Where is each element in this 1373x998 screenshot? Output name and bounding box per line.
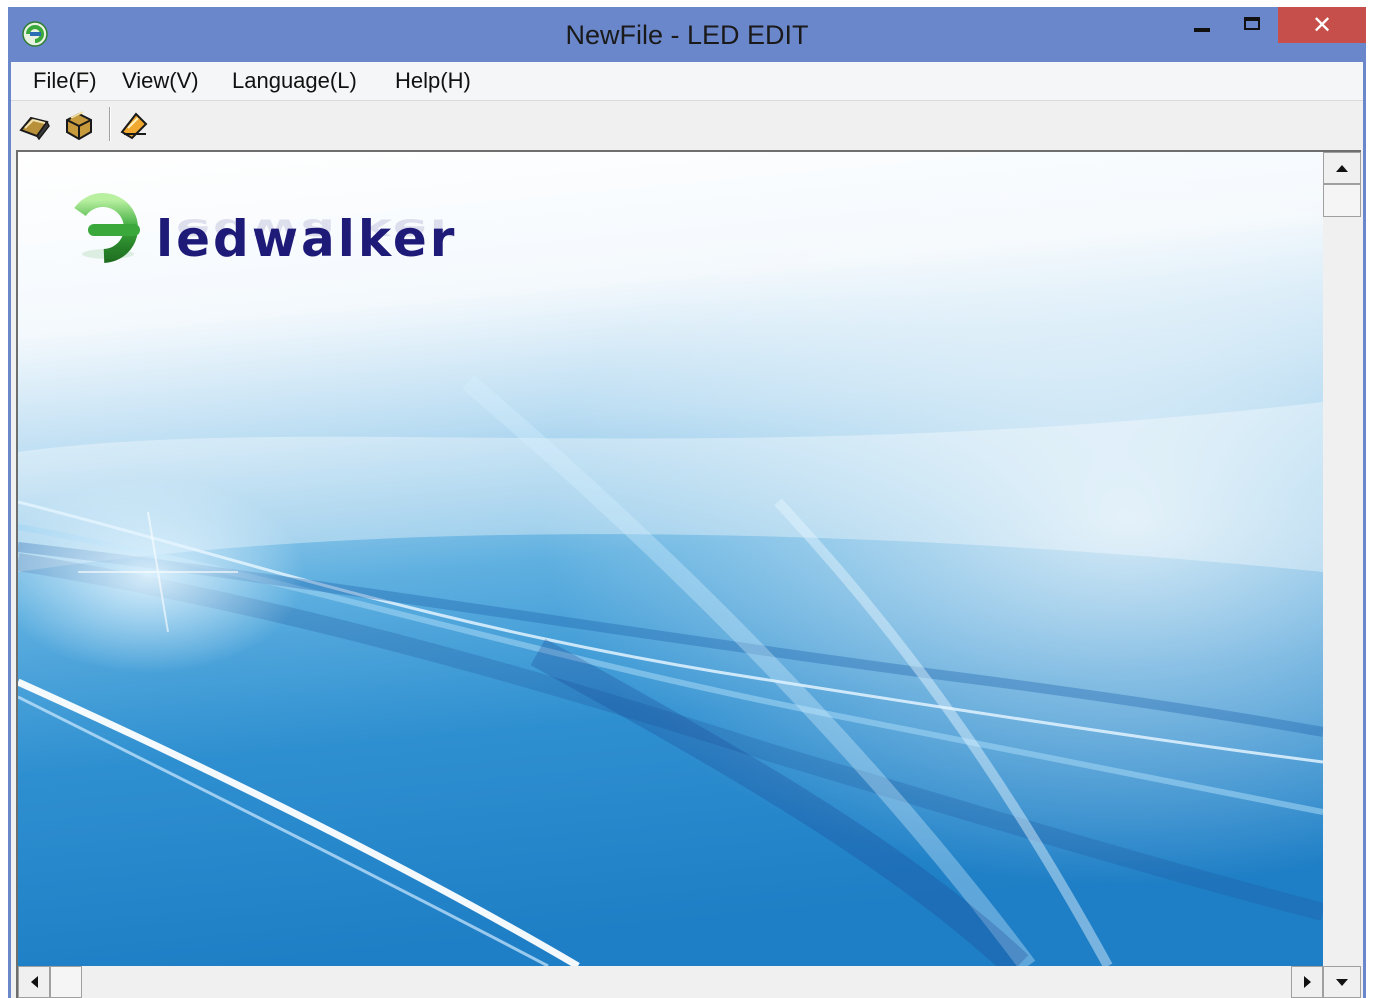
edit-icon[interactable] bbox=[116, 108, 152, 142]
document-view: ledwalker ledwalker bbox=[16, 150, 1361, 998]
arrow-right-icon bbox=[1303, 976, 1311, 988]
menu-help[interactable]: Help(H) bbox=[391, 68, 475, 94]
menu-language[interactable]: Language(L) bbox=[228, 68, 361, 94]
horizontal-scroll-thumb[interactable] bbox=[50, 966, 82, 998]
arrow-up-icon bbox=[1336, 164, 1348, 172]
arrow-left-icon bbox=[30, 976, 38, 988]
scroll-down-button[interactable] bbox=[1323, 966, 1361, 998]
horizontal-scrollbar[interactable] bbox=[18, 966, 1323, 998]
toolbar-separator bbox=[109, 107, 111, 141]
maximize-icon bbox=[1244, 16, 1260, 30]
minimize-icon bbox=[1194, 28, 1210, 32]
maximize-button[interactable] bbox=[1230, 7, 1274, 43]
client-area: File(F) View(V) Language(L) Help(H) ledw… bbox=[11, 62, 1363, 998]
vertical-scroll-thumb[interactable] bbox=[1323, 184, 1361, 217]
menu-bar: File(F) View(V) Language(L) Help(H) bbox=[11, 62, 1363, 101]
logo-text-reflection: ledwalker bbox=[156, 212, 458, 247]
scroll-up-button[interactable] bbox=[1323, 152, 1361, 184]
close-button[interactable]: ✕ bbox=[1278, 7, 1366, 43]
splash-background bbox=[18, 152, 1323, 966]
arrow-down-icon bbox=[1336, 978, 1348, 986]
window-title: NewFile - LED EDIT bbox=[565, 20, 809, 50]
save-file-icon[interactable] bbox=[61, 108, 97, 142]
scroll-right-button[interactable] bbox=[1291, 966, 1323, 998]
vertical-scrollbar[interactable] bbox=[1323, 152, 1361, 966]
title-bar[interactable]: NewFile - LED EDIT ✕ bbox=[8, 7, 1366, 62]
splash-canvas[interactable]: ledwalker ledwalker bbox=[18, 152, 1323, 966]
menu-view[interactable]: View(V) bbox=[118, 68, 203, 94]
minimize-button[interactable] bbox=[1180, 7, 1224, 43]
toolbar bbox=[11, 101, 1363, 149]
open-file-icon[interactable] bbox=[17, 108, 53, 142]
close-icon: ✕ bbox=[1311, 11, 1333, 39]
menu-file[interactable]: File(F) bbox=[29, 68, 101, 94]
scroll-left-button[interactable] bbox=[18, 966, 50, 998]
app-window: NewFile - LED EDIT ✕ File(F) View(V) Lan… bbox=[8, 7, 1366, 998]
